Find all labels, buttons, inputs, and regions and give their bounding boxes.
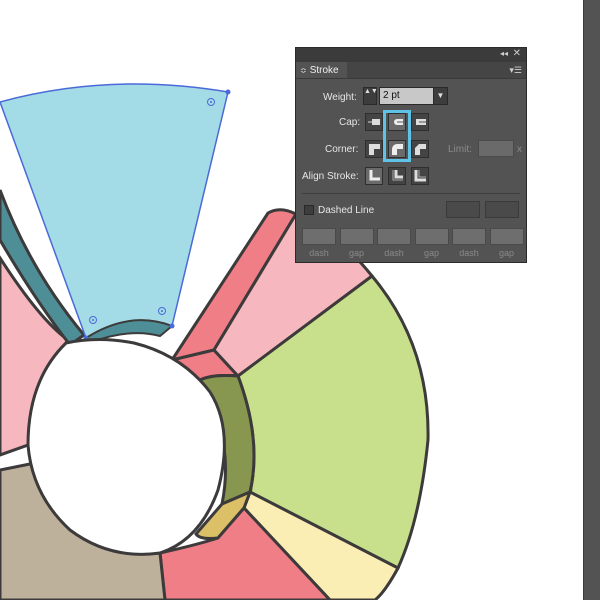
align-inside-icon bbox=[392, 170, 403, 181]
chart-segment-blue-selected[interactable] bbox=[0, 83, 229, 340]
panel-divider bbox=[302, 193, 520, 194]
projecting-cap-icon bbox=[416, 119, 426, 125]
miter-join-button[interactable] bbox=[365, 140, 383, 158]
butt-cap-icon bbox=[368, 119, 380, 125]
bevel-join-button[interactable] bbox=[411, 140, 429, 158]
limit-suffix: x bbox=[517, 144, 522, 155]
gap-input[interactable] bbox=[414, 228, 449, 245]
align-center-button[interactable] bbox=[365, 167, 383, 185]
corner-widget-dot bbox=[161, 310, 163, 312]
butt-cap-button[interactable] bbox=[365, 113, 383, 131]
panel-menu-icon[interactable]: ▾☰ bbox=[509, 65, 522, 76]
align-center-icon bbox=[369, 170, 380, 181]
dash-input[interactable] bbox=[377, 228, 411, 245]
panel-title-bar[interactable]: ◂◂ ✕ bbox=[296, 48, 526, 62]
collapse-panel-icon[interactable]: ◂◂ bbox=[500, 49, 508, 58]
tab-stroke-label: Stroke bbox=[309, 64, 339, 76]
selection-anchor[interactable] bbox=[225, 89, 231, 95]
weight-stepper[interactable]: ▲▼ bbox=[363, 87, 378, 105]
preserve-dash-button[interactable] bbox=[446, 201, 480, 218]
align-dash-button[interactable] bbox=[485, 201, 519, 218]
cap-corner-highlight bbox=[383, 110, 411, 162]
dash-input[interactable] bbox=[452, 228, 486, 245]
weight-label: Weight: bbox=[323, 92, 357, 103]
gap-label: gap bbox=[348, 248, 365, 258]
dash-input[interactable] bbox=[302, 228, 336, 245]
limit-input[interactable] bbox=[478, 140, 514, 157]
limit-label: Limit: bbox=[448, 144, 472, 155]
workspace-gutter bbox=[584, 0, 600, 600]
cap-label: Cap: bbox=[339, 117, 361, 128]
corner-widget-dot bbox=[92, 319, 94, 321]
gap-input[interactable] bbox=[339, 228, 374, 245]
gap-label: gap bbox=[423, 248, 440, 258]
dashed-line-label: Dashed Line bbox=[318, 205, 375, 216]
gap-input[interactable] bbox=[489, 228, 524, 245]
tab-stroke[interactable]: ≎ Stroke bbox=[296, 62, 347, 78]
corner-label: Corner: bbox=[325, 144, 359, 155]
miter-join-icon bbox=[369, 144, 380, 155]
stroke-panel: ◂◂ ✕ ≎ Stroke ▾☰ Weight: ▲▼ 2 pt ▼ Cap: … bbox=[295, 47, 527, 263]
panel-tab-row: ≎ Stroke ▾☰ bbox=[296, 62, 526, 79]
align-outside-icon bbox=[414, 170, 426, 182]
bevel-join-icon bbox=[415, 144, 426, 155]
align-outside-button[interactable] bbox=[411, 167, 429, 185]
tab-expand-icon[interactable]: ≎ bbox=[300, 66, 307, 75]
weight-dropdown-button[interactable]: ▼ bbox=[433, 87, 448, 105]
gap-label: gap bbox=[498, 248, 515, 258]
weight-input[interactable]: 2 pt bbox=[379, 87, 434, 105]
close-panel-icon[interactable]: ✕ bbox=[513, 48, 521, 59]
corner-widget-dot bbox=[210, 101, 212, 103]
selection-anchor[interactable] bbox=[169, 323, 175, 329]
dash-label: dash bbox=[384, 248, 404, 258]
dash-label: dash bbox=[309, 248, 329, 258]
projecting-cap-button[interactable] bbox=[411, 113, 429, 131]
dashed-line-checkbox[interactable] bbox=[304, 205, 314, 215]
dash-label: dash bbox=[459, 248, 479, 258]
align-inside-button[interactable] bbox=[388, 167, 406, 185]
align-stroke-label: Align Stroke: bbox=[302, 171, 359, 182]
